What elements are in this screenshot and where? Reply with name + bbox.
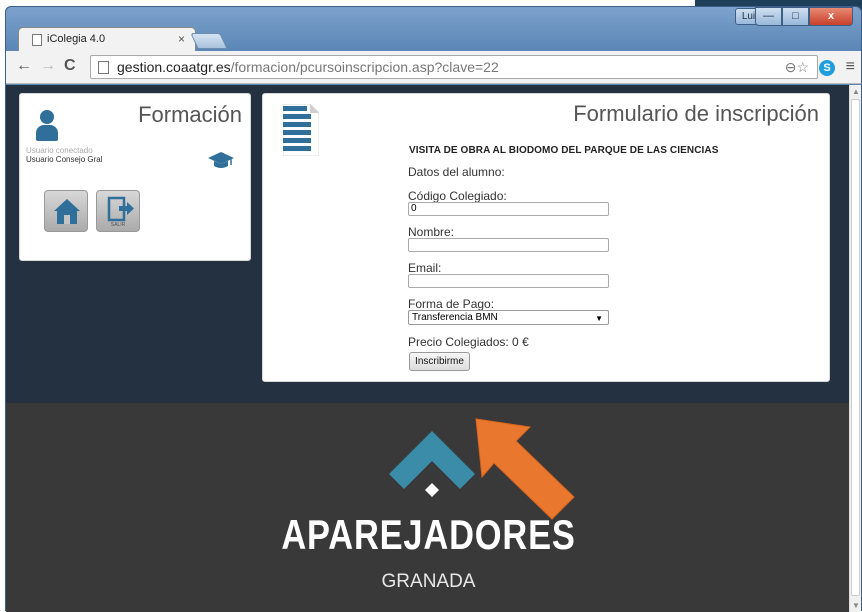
url-text: gestion.coaatgr.es/formacion/pcursoinscr…: [117, 59, 499, 75]
graduation-cap-icon: [208, 152, 234, 168]
document-icon: [283, 104, 319, 156]
pago-label: Forma de Pago:: [408, 297, 495, 311]
footer: APAREJADORES GRANADA: [6, 403, 851, 612]
connected-label: Usuario conectado: [26, 146, 93, 155]
browser-toolbar: ← → C gestion.coaatgr.es/formacion/pcurs…: [6, 51, 861, 84]
scroll-down-icon[interactable]: ▼: [852, 601, 860, 610]
inscribirme-button[interactable]: Inscribirme: [409, 352, 470, 371]
connected-user: Usuario Consejo Gral: [26, 155, 103, 164]
vertical-scrollbar[interactable]: ▲ ▼: [849, 85, 861, 612]
user-icon: [36, 110, 58, 142]
panel-title: Formación: [138, 102, 242, 127]
nombre-label: Nombre:: [408, 225, 455, 239]
section-label: Datos del alumno:: [408, 165, 505, 179]
brand-city: GRANADA: [381, 571, 476, 592]
page-info-icon[interactable]: [98, 61, 109, 74]
logout-label: SALIR: [110, 222, 126, 228]
logout-button[interactable]: SALIR: [96, 190, 140, 232]
tab-strip: iColegia 4.0 × Luis — □ x: [6, 7, 861, 51]
annotation-arrow-icon: [475, 418, 575, 520]
page-viewport: Formación Usuario conectado Usuario Cons…: [6, 85, 851, 612]
codigo-colegiado-input[interactable]: 0: [408, 202, 609, 216]
user-panel: Formación Usuario conectado Usuario Cons…: [19, 93, 251, 261]
forma-pago-select[interactable]: Transferencia BMN ▼: [408, 310, 609, 325]
browser-window: iColegia 4.0 × Luis — □ x ← → C gestion.…: [5, 6, 862, 612]
form-title: Formulario de inscripción: [573, 101, 819, 126]
page-icon: [32, 34, 42, 46]
tab-close-icon[interactable]: ×: [178, 32, 185, 46]
url-host: gestion.coaatgr.es: [117, 59, 231, 75]
codigo-label: Código Colegiado:: [408, 189, 507, 203]
home-button[interactable]: [44, 190, 88, 232]
email-input[interactable]: [408, 274, 609, 288]
forma-pago-value: Transferencia BMN: [412, 312, 498, 323]
course-name: VISITA DE OBRA AL BIODOMO DEL PARQUE DE …: [409, 145, 719, 156]
forward-button[interactable]: →: [40, 57, 56, 75]
brand-name: APAREJADORES: [281, 511, 576, 558]
scroll-up-icon[interactable]: ▲: [852, 87, 860, 96]
url-path: /formacion/pcursoinscripcion.asp?clave=2…: [230, 59, 499, 75]
tab-title: iColegia 4.0: [47, 33, 106, 45]
home-icon: [54, 199, 80, 224]
nombre-input[interactable]: [408, 238, 609, 252]
aparejadores-logo-mark: [389, 431, 475, 497]
chrome-menu-icon[interactable]: ≡: [846, 58, 855, 76]
address-bar[interactable]: gestion.coaatgr.es/formacion/pcursoinscr…: [90, 55, 818, 79]
close-window-button[interactable]: x: [809, 7, 853, 26]
skype-extension-icon[interactable]: S: [819, 60, 835, 76]
scroll-thumb[interactable]: [851, 99, 860, 596]
zoom-bookmark-icons[interactable]: ⊖☆: [785, 59, 809, 76]
email-label: Email:: [408, 261, 442, 275]
form-panel: Formulario de inscripción VISITA DE OBRA…: [262, 93, 830, 382]
maximize-button[interactable]: □: [782, 7, 809, 26]
dropdown-arrow-icon: ▼: [595, 314, 603, 323]
price-text: Precio Colegiados: 0 €: [408, 335, 529, 349]
minimize-button[interactable]: —: [755, 7, 782, 26]
back-button[interactable]: ←: [16, 57, 32, 75]
window-controls: — □ x: [755, 7, 853, 27]
new-tab-button[interactable]: [190, 33, 228, 49]
reload-button[interactable]: C: [64, 57, 76, 75]
tab-icolegia[interactable]: iColegia 4.0 ×: [18, 27, 196, 51]
